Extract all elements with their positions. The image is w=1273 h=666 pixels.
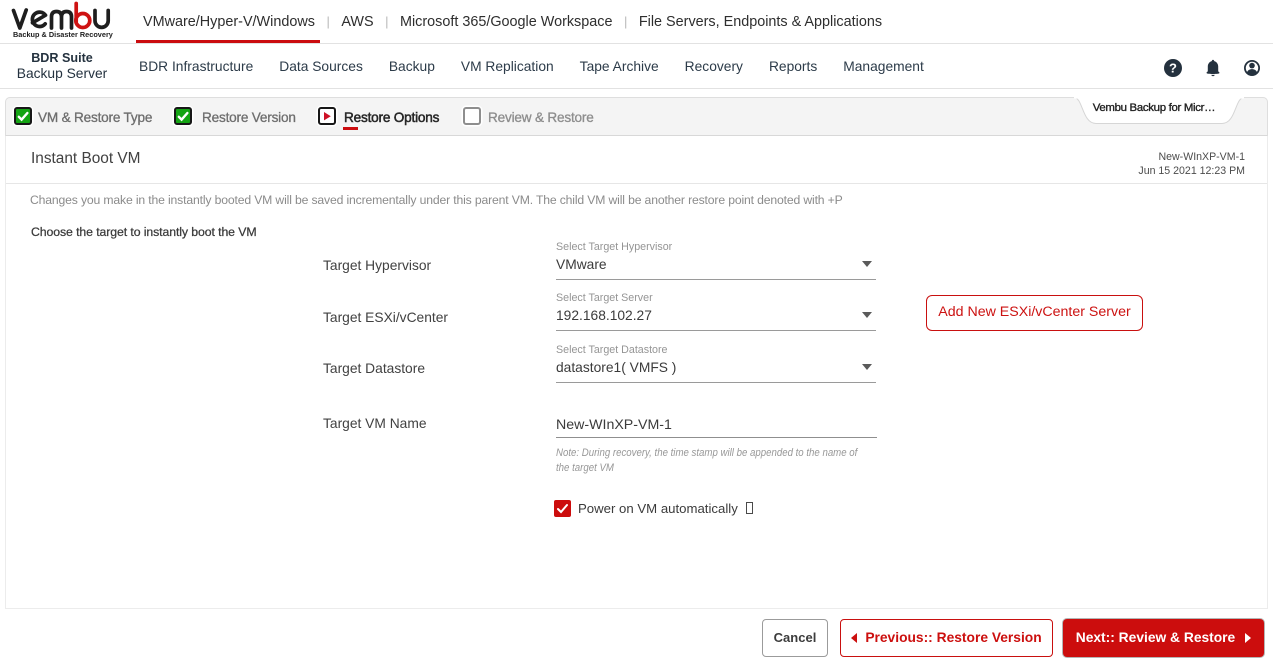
svg-text:?: ?: [1169, 61, 1177, 76]
